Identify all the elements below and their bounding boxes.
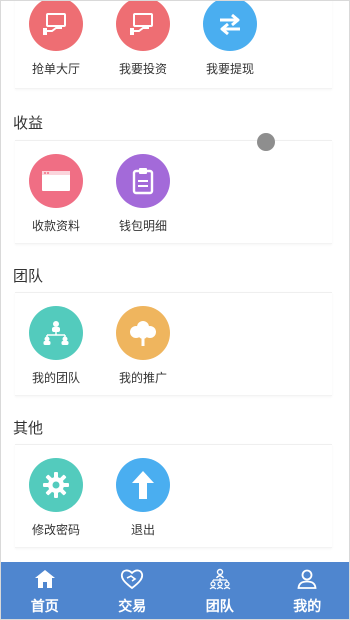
tile-label: 抢单大厅 [31, 62, 80, 76]
tile-label: 修改密码 [31, 523, 80, 537]
tab-label: 团队 [205, 599, 234, 615]
clipboard-icon [116, 154, 170, 208]
tile-label: 我要投资 [118, 62, 167, 76]
tile-withdraw[interactable]: 我要提现 [190, 1, 270, 77]
handshake-icon [120, 568, 144, 594]
gear-icon [29, 458, 83, 512]
tile-order-hall[interactable]: 抢单大厅 [16, 1, 96, 77]
tile-logout[interactable]: 退出 [103, 458, 183, 538]
team-tree-icon [208, 568, 232, 594]
user-icon [296, 568, 318, 594]
tile-my-team[interactable]: 我的团队 [16, 306, 96, 386]
tile-label: 我要提现 [205, 62, 254, 76]
team-tree-icon [29, 306, 83, 360]
income-card: 收款资料 钱包明细 [15, 140, 332, 244]
other-card: 修改密码 退出 [15, 444, 332, 548]
monitor-hand-icon [116, 1, 170, 51]
tile-wallet-details[interactable]: 钱包明细 [103, 154, 183, 234]
home-icon [34, 568, 56, 594]
section-title-other: 其他 [13, 419, 44, 437]
cotton-flower-icon [116, 306, 170, 360]
tile-label: 收款资料 [31, 219, 80, 233]
tile-payment-info[interactable]: 收款资料 [16, 154, 96, 234]
tab-mine[interactable]: 我的 [264, 562, 350, 619]
tile-label: 退出 [130, 523, 155, 537]
arrow-up-icon [116, 458, 170, 512]
tile-change-password[interactable]: 修改密码 [16, 458, 96, 538]
section-title-team: 团队 [13, 267, 44, 285]
tile-label: 钱包明细 [118, 219, 167, 233]
browser-window-icon [29, 154, 83, 208]
team-card: 我的团队 我的推广 [15, 292, 332, 396]
tile-label: 我的团队 [31, 371, 80, 385]
tab-label: 首页 [30, 599, 59, 615]
tile-label: 我的推广 [118, 371, 167, 385]
tab-team[interactable]: 团队 [176, 562, 264, 619]
tile-invest[interactable]: 我要投资 [103, 1, 183, 77]
app-screen: 抢单大厅 我要投资 我要提现 收益 收款资料 钱包明细 团队 我的团队 我的推广… [0, 0, 350, 620]
tab-label: 交易 [118, 599, 147, 615]
top-menu-card: 抢单大厅 我要投资 我要提现 [15, 1, 332, 89]
section-title-income: 收益 [13, 114, 44, 132]
bottom-tab-bar: 首页 交易 团队 我的 [1, 562, 350, 619]
monitor-hand-icon [29, 1, 83, 51]
tab-trade[interactable]: 交易 [89, 562, 177, 619]
tab-label: 我的 [293, 599, 322, 615]
floating-assist-button[interactable] [257, 133, 275, 151]
tab-home[interactable]: 首页 [1, 562, 89, 619]
swap-arrows-icon [203, 1, 257, 51]
tile-my-promotion[interactable]: 我的推广 [103, 306, 183, 386]
